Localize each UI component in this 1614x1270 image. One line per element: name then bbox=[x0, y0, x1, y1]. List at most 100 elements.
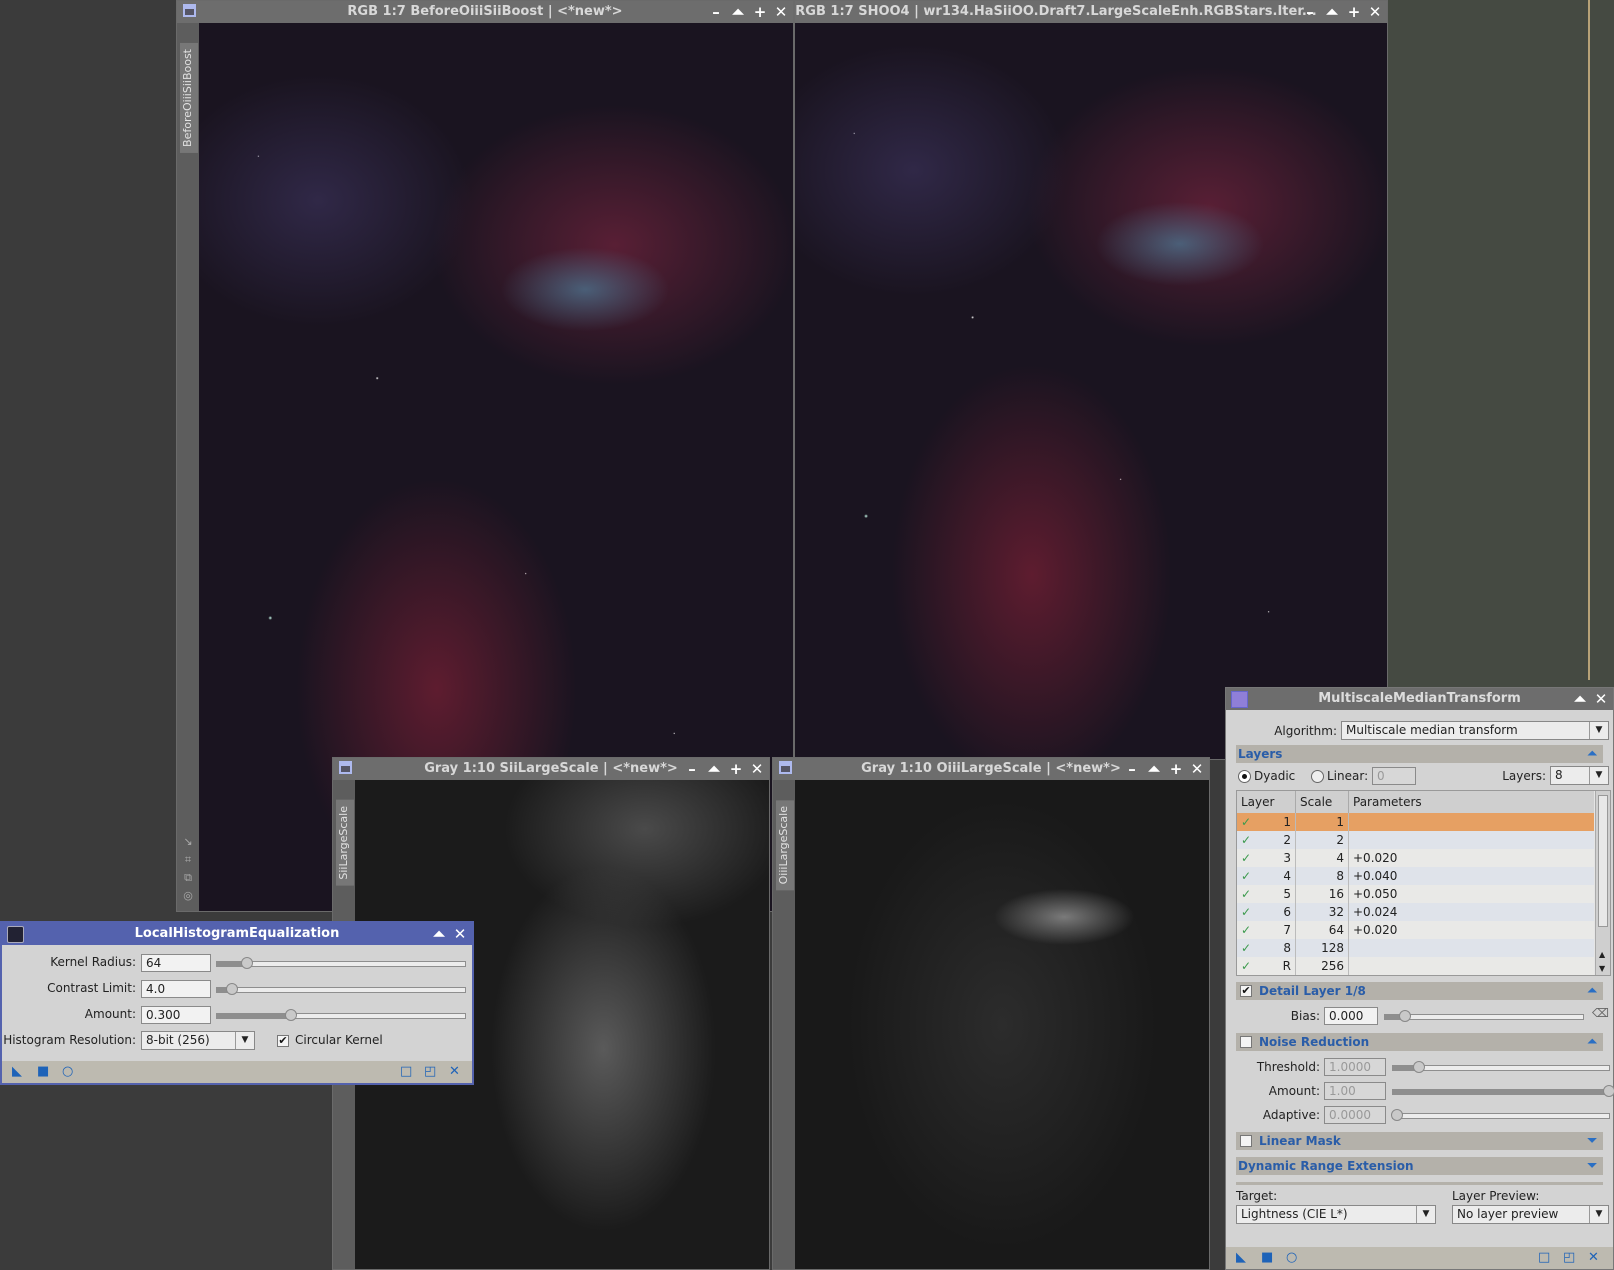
amount-slider[interactable] bbox=[216, 1009, 466, 1021]
real-time-preview-icon[interactable]: ○ bbox=[62, 1065, 73, 1079]
close-icon[interactable]: ✕ bbox=[451, 924, 469, 944]
image-canvas[interactable] bbox=[795, 23, 1387, 759]
target-icon[interactable]: ◎ bbox=[181, 887, 195, 905]
image-canvas[interactable] bbox=[795, 780, 1209, 1269]
close-icon[interactable]: ✕ bbox=[1366, 2, 1384, 22]
close-icon[interactable]: ✕ bbox=[1592, 689, 1610, 709]
algorithm-select[interactable]: Multiscale median transform ▼ bbox=[1341, 721, 1609, 740]
layer-preview-select[interactable]: No layer preview ▼ bbox=[1452, 1205, 1609, 1224]
table-row[interactable]: ✓ R 256 bbox=[1237, 957, 1594, 975]
image-window-shoo4[interactable]: RGB 1:7 SHOO4 | wr134.HaSiiOO.Draft7.Lar… bbox=[794, 0, 1388, 760]
amount-input[interactable]: 0.300 bbox=[141, 1006, 211, 1024]
lhe-dialog[interactable]: LocalHistogramEqualization ⏶ ✕ Kernel Ra… bbox=[0, 921, 474, 1085]
table-row[interactable]: ✓ 3 4 +0.020 bbox=[1237, 849, 1594, 867]
collapse-icon[interactable]: ⏶ bbox=[1587, 1034, 1597, 1049]
reset-icon[interactable]: ◰ bbox=[1563, 1251, 1575, 1265]
layers-table[interactable]: Layer Scale Parameters ✓ 1 1 ✓ 2 2 ✓ 3 4 +0.020 ✓ 4… bbox=[1236, 790, 1611, 976]
expand-section-icon[interactable]: ⏷ bbox=[1587, 1158, 1597, 1173]
expand-icon[interactable]: ✕ bbox=[449, 1065, 460, 1079]
scroll-up-icon[interactable]: ▲ bbox=[1599, 950, 1605, 959]
window-titlebar[interactable]: RGB 1:7 SHOO4 | wr134.HaSiiOO.Draft7.Lar… bbox=[795, 1, 1387, 23]
shade-icon[interactable]: ⏶ bbox=[729, 2, 747, 22]
adaptive-input[interactable]: 0.0000 bbox=[1324, 1106, 1386, 1124]
table-row[interactable]: ✓ 5 16 +0.050 bbox=[1237, 885, 1594, 903]
close-icon[interactable]: ✕ bbox=[1188, 759, 1206, 779]
contrast-limit-input[interactable]: 4.0 bbox=[141, 980, 211, 998]
layer-enabled-check-icon[interactable]: ✓ bbox=[1241, 851, 1251, 865]
new-instance-icon[interactable]: ◣ bbox=[12, 1065, 22, 1079]
table-row[interactable]: ✓ 4 8 +0.040 bbox=[1237, 867, 1594, 885]
minimize-icon[interactable]: – bbox=[1301, 2, 1319, 22]
threshold-slider[interactable] bbox=[1392, 1061, 1610, 1073]
threshold-input[interactable]: 1.0000 bbox=[1324, 1058, 1386, 1076]
table-row[interactable]: ✓ 8 128 bbox=[1237, 939, 1594, 957]
browse-documentation-icon[interactable]: □ bbox=[400, 1065, 412, 1079]
layer-enabled-check-icon[interactable]: ✓ bbox=[1241, 923, 1251, 937]
shade-icon[interactable]: ⏶ bbox=[705, 759, 723, 779]
collapse-icon[interactable]: ⏶ bbox=[1587, 983, 1597, 998]
detail-layer-checkbox[interactable]: ✔ bbox=[1240, 985, 1252, 997]
layer-enabled-check-icon[interactable]: ✓ bbox=[1241, 815, 1251, 829]
linear-mask-section-header[interactable]: Linear Mask ⏷ bbox=[1236, 1132, 1603, 1150]
layer-enabled-check-icon[interactable]: ✓ bbox=[1241, 869, 1251, 883]
noise-reduction-checkbox[interactable] bbox=[1240, 1036, 1252, 1048]
clone-view-icon[interactable]: ⧉ bbox=[181, 869, 195, 887]
view-id-tab[interactable]: OiiiLargeScale bbox=[776, 800, 794, 891]
column-header-layer[interactable]: Layer bbox=[1237, 791, 1296, 813]
noise-reduction-section-header[interactable]: Noise Reduction ⏶ bbox=[1236, 1033, 1603, 1051]
adaptive-slider[interactable] bbox=[1391, 1109, 1610, 1121]
layer-enabled-check-icon[interactable]: ✓ bbox=[1241, 941, 1251, 955]
maximize-icon[interactable]: + bbox=[727, 759, 745, 779]
real-time-preview-icon[interactable]: ○ bbox=[1286, 1251, 1297, 1265]
zoom-fit-icon[interactable]: ⌗ bbox=[181, 851, 195, 869]
expand-section-icon[interactable]: ⏷ bbox=[1587, 1133, 1597, 1148]
collapse-icon[interactable]: ⏶ bbox=[1587, 746, 1597, 761]
bias-input[interactable]: 0.000 bbox=[1324, 1007, 1378, 1025]
kernel-radius-input[interactable]: 64 bbox=[141, 954, 211, 972]
nr-amount-slider[interactable] bbox=[1392, 1085, 1614, 1097]
window-titlebar[interactable]: Gray 1:10 SiiLargeScale | <*new*> – ⏶ + … bbox=[333, 758, 769, 780]
maximize-icon[interactable]: + bbox=[1167, 759, 1185, 779]
dre-section-header[interactable]: Dynamic Range Extension ⏷ bbox=[1236, 1157, 1603, 1175]
maximize-icon[interactable]: + bbox=[1345, 2, 1363, 22]
table-row[interactable]: ✓ 2 2 bbox=[1237, 831, 1594, 849]
maximize-icon[interactable]: + bbox=[751, 2, 769, 22]
window-titlebar[interactable]: RGB 1:7 BeforeOiiiSiiBoost | <*new*> – ⏶… bbox=[177, 1, 793, 23]
mmt-dialog[interactable]: MultiscaleMedianTransform ⏶ ✕ Algorithm:… bbox=[1225, 687, 1614, 1270]
kernel-radius-slider[interactable] bbox=[216, 957, 466, 969]
image-window-oiii[interactable]: Gray 1:10 OiiiLargeScale | <*new*> – ⏶ +… bbox=[772, 757, 1210, 1270]
shade-icon[interactable]: ⏶ bbox=[1571, 689, 1589, 709]
close-icon[interactable]: ✕ bbox=[772, 2, 790, 22]
dyadic-radio[interactable] bbox=[1238, 770, 1251, 783]
histogram-resolution-select[interactable]: 8-bit (256) ▼ bbox=[141, 1031, 255, 1050]
bias-slider[interactable] bbox=[1384, 1010, 1584, 1022]
linear-mask-checkbox[interactable] bbox=[1240, 1135, 1252, 1147]
minimize-icon[interactable]: – bbox=[1123, 759, 1141, 779]
table-row[interactable]: ✓ 7 64 +0.020 bbox=[1237, 921, 1594, 939]
table-row[interactable]: ✓ 6 32 +0.024 bbox=[1237, 903, 1594, 921]
layer-enabled-check-icon[interactable]: ✓ bbox=[1241, 887, 1251, 901]
layers-section-header[interactable]: Layers ⏶ bbox=[1236, 745, 1603, 763]
browse-documentation-icon[interactable]: □ bbox=[1538, 1251, 1550, 1265]
shade-icon[interactable]: ⏶ bbox=[430, 924, 448, 944]
layer-enabled-check-icon[interactable]: ✓ bbox=[1241, 833, 1251, 847]
minimize-icon[interactable]: – bbox=[707, 2, 725, 22]
contrast-limit-slider[interactable] bbox=[216, 983, 466, 995]
reset-icon[interactable]: ◰ bbox=[424, 1065, 436, 1079]
shade-icon[interactable]: ⏶ bbox=[1145, 759, 1163, 779]
circular-kernel-checkbox[interactable]: ✔ bbox=[277, 1035, 289, 1047]
column-header-scale[interactable]: Scale bbox=[1295, 791, 1349, 813]
table-scrollbar[interactable]: ▲ ▼ bbox=[1595, 791, 1610, 975]
apply-global-icon[interactable]: ■ bbox=[37, 1065, 49, 1079]
layer-enabled-check-icon[interactable]: ✓ bbox=[1241, 905, 1251, 919]
linear-radio[interactable] bbox=[1311, 770, 1324, 783]
fit-view-icon[interactable]: ↘ bbox=[181, 833, 195, 851]
apply-global-icon[interactable]: ■ bbox=[1261, 1251, 1273, 1265]
expand-icon[interactable]: ✕ bbox=[1588, 1251, 1599, 1265]
layers-count-select[interactable]: 8 ▼ bbox=[1550, 766, 1609, 785]
minimize-icon[interactable]: – bbox=[683, 759, 701, 779]
view-id-tab[interactable]: BeforeOiiiSiiBoost bbox=[180, 43, 198, 153]
close-icon[interactable]: ✕ bbox=[748, 759, 766, 779]
window-titlebar[interactable]: Gray 1:10 OiiiLargeScale | <*new*> – ⏶ +… bbox=[773, 758, 1209, 780]
reset-bias-icon[interactable]: ⌫ bbox=[1592, 1006, 1609, 1020]
